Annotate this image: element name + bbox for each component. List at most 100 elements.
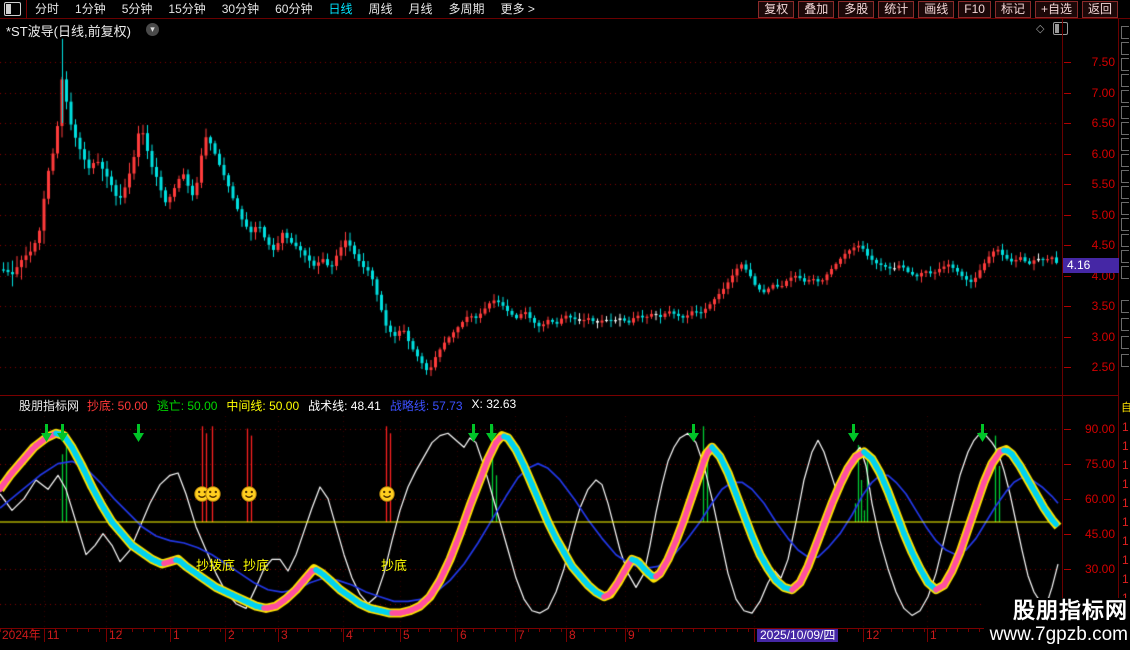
time-axis-label[interactable]: 8 [569, 629, 576, 642]
time-axis-label[interactable]: 9 [628, 629, 635, 642]
time-axis-separator [863, 629, 864, 642]
period-tab-更多 >[interactable]: 更多 > [493, 1, 543, 18]
period-tab-分时[interactable]: 分时 [27, 1, 67, 18]
down-arrow-icon [467, 424, 480, 448]
period-tab-1分钟[interactable]: 1分钟 [67, 1, 114, 18]
toolbar-button-标记[interactable]: 标记 [995, 1, 1031, 18]
toolbar-button-返回[interactable]: 返回 [1082, 1, 1118, 18]
time-axis-label[interactable]: 1 [173, 629, 180, 642]
price-axis-label: 5.00 [1075, 208, 1115, 222]
down-arrow-icon [56, 424, 69, 448]
cropped-digit: 1 [1122, 420, 1129, 434]
period-tab-30分钟[interactable]: 30分钟 [214, 1, 267, 18]
toolbar-button-+自选[interactable]: +自选 [1035, 1, 1078, 18]
cropped-digit: 1 [1122, 496, 1129, 510]
period-tab-5分钟[interactable]: 5分钟 [114, 1, 161, 18]
glyph-fragment [1121, 154, 1129, 167]
diamond-icon[interactable]: ◇ [1036, 22, 1048, 35]
time-axis-label[interactable]: 2025/10/09/四 [757, 629, 838, 642]
period-tab-周线[interactable]: 周线 [360, 1, 400, 18]
panel-toggle-icon[interactable] [4, 2, 21, 16]
time-axis-separator [515, 629, 516, 642]
cropped-digit: 1 [1122, 515, 1129, 529]
time-axis-separator [400, 629, 401, 642]
time-axis-label[interactable]: 7 [518, 629, 525, 642]
period-tab-15分钟[interactable]: 15分钟 [160, 1, 213, 18]
glyph-fragment [1121, 218, 1129, 231]
glyph-fragment [1121, 106, 1129, 119]
glyph-fragment [1121, 26, 1129, 39]
smiley-face-icon [205, 486, 221, 507]
glyph-fragment [1121, 250, 1129, 263]
indicator-axis-label: 30.00 [1075, 562, 1115, 576]
time-axis-separator [625, 629, 626, 642]
time-axis-label[interactable]: 4 [346, 629, 353, 642]
price-axis-label: 7.50 [1075, 55, 1115, 69]
time-axis-label[interactable]: 12 [109, 629, 122, 642]
down-arrow-icon [687, 424, 700, 448]
indicator-axis-tick [1064, 569, 1071, 570]
price-axis-tick [1064, 367, 1071, 368]
panel-divider [0, 395, 1118, 396]
time-axis-label[interactable]: 2 [228, 629, 235, 642]
chevron-down-icon[interactable]: ▾ [146, 23, 159, 36]
indicator-field-战术线: 战术线: 48.41 [308, 397, 381, 414]
time-axis-label[interactable]: 6 [460, 629, 467, 642]
glyph-fragment [1121, 42, 1129, 55]
price-axis-tick [1064, 276, 1071, 277]
time-axis-label[interactable]: 5 [403, 629, 410, 642]
indicator-axis-label: 60.00 [1075, 492, 1115, 506]
watermark-url: www.7gpzb.com [984, 624, 1128, 646]
toolbar-button-画线[interactable]: 画线 [918, 1, 954, 18]
cropped-digit: 1 [1122, 572, 1129, 586]
toolbar-button-复权[interactable]: 复权 [758, 1, 794, 18]
main-candlestick-chart[interactable] [0, 18, 1062, 395]
indicator-axis-tick [1064, 464, 1071, 465]
glyph-fragment [1121, 354, 1129, 367]
price-axis-label: 5.50 [1075, 177, 1115, 191]
time-axis-label[interactable]: 1 [930, 629, 937, 642]
price-axis-label: 7.00 [1075, 86, 1115, 100]
time-axis[interactable]: 2024年11121234567892025/10/09/四121 [0, 629, 1118, 642]
time-axis-separator [343, 629, 344, 642]
indicator-axis-label: 45.00 [1075, 527, 1115, 541]
cropped-digit: 1 [1122, 534, 1129, 548]
down-arrow-icon [132, 424, 145, 448]
price-axis-label: 3.50 [1075, 299, 1115, 313]
trading-app-window: 分时1分钟5分钟15分钟30分钟60分钟日线周线月线多周期更多 > 复权叠加多股… [0, 0, 1130, 650]
time-axis-separator [44, 629, 45, 642]
time-axis-label[interactable]: 3 [281, 629, 288, 642]
indicator-axis-tick [1064, 534, 1071, 535]
time-axis-label[interactable]: 2024年 [2, 629, 41, 642]
glyph-fragment [1121, 234, 1129, 247]
toolbar-button-统计[interactable]: 统计 [878, 1, 914, 18]
time-axis-separator [457, 629, 458, 642]
toolbar-button-叠加[interactable]: 叠加 [798, 1, 834, 18]
time-axis-label[interactable]: 11 [47, 629, 59, 642]
price-axis-tick [1064, 123, 1071, 124]
indicator-chart[interactable] [0, 416, 1062, 628]
toolbar-button-多股[interactable]: 多股 [838, 1, 874, 18]
indicator-field-战略线: 战略线: 57.73 [390, 397, 463, 414]
glyph-fragment [1121, 318, 1129, 331]
time-axis-separator [927, 629, 928, 642]
period-tab-60分钟[interactable]: 60分钟 [267, 1, 320, 18]
period-tab-日线[interactable]: 日线 [320, 1, 360, 18]
indicator-name: 股朋指标网 [19, 397, 79, 414]
toolbar-actions: 复权叠加多股统计画线F10标记+自选返回 [754, 1, 1130, 18]
time-axis-label[interactable]: 12 [866, 629, 879, 642]
smiley-face-icon [241, 486, 257, 507]
indicator-axis-label: 90.00 [1075, 422, 1115, 436]
indicator-axis-tick [1064, 499, 1071, 500]
last-price-tag: 4.16 [1063, 258, 1119, 273]
indicator-values: 抄底: 50.00逃亡: 50.00中间线: 50.00战术线: 48.41战略… [87, 397, 525, 414]
time-axis-separator [566, 629, 567, 642]
toolbar-button-F10[interactable]: F10 [958, 1, 991, 18]
right-cropped-panel: 自11111111111 [1118, 0, 1130, 650]
period-tab-月线[interactable]: 月线 [401, 1, 441, 18]
down-arrow-icon [40, 424, 53, 448]
buy-bottom-label: 抄底 [243, 555, 269, 574]
price-axis-tick [1064, 93, 1071, 94]
indicator-field-中间线: 中间线: 50.00 [226, 397, 299, 414]
period-tab-多周期[interactable]: 多周期 [441, 1, 493, 18]
